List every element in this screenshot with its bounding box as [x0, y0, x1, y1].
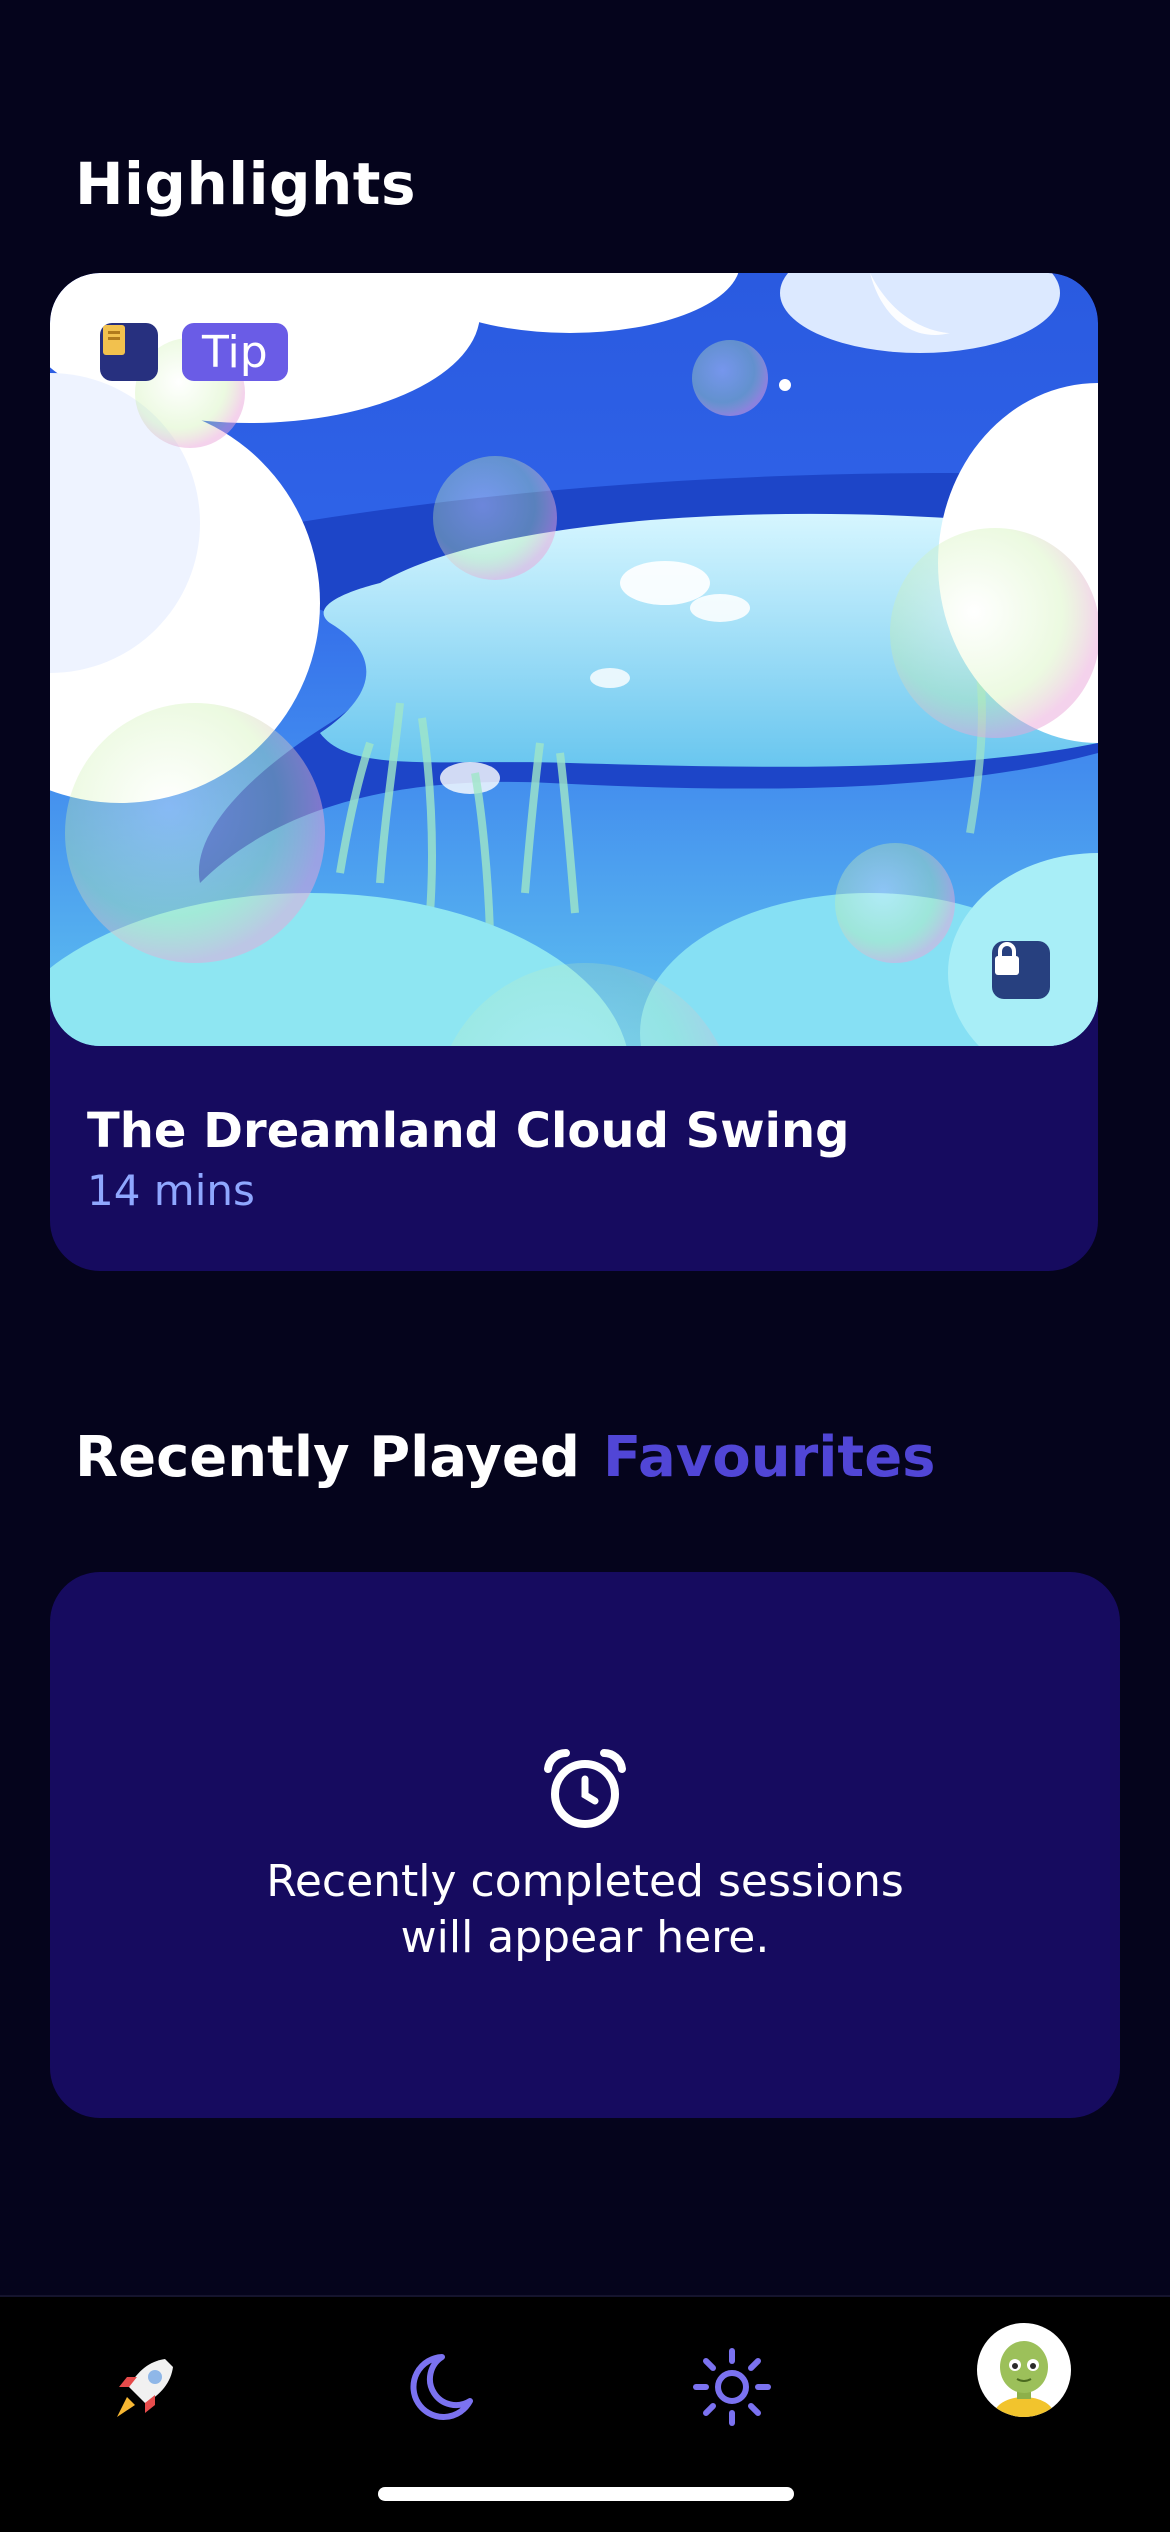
sun-icon — [693, 2348, 771, 2426]
highlight-card[interactable]: Tip The Dreamland Cloud Swing 14 mins — [50, 273, 1098, 1271]
alarm-clock-icon — [544, 1748, 626, 1828]
card-title: The Dreamland Cloud Swing — [87, 1103, 850, 1159]
card-duration: 14 mins — [87, 1166, 255, 1215]
dreamland-illustration — [50, 273, 1098, 1046]
home-indicator[interactable] — [378, 2487, 794, 2501]
empty-state-line-1: Recently completed sessions — [266, 1856, 904, 1907]
avatar[interactable] — [977, 2323, 1071, 2417]
screen: Highlights Tip The Dreamland Cloud Swing… — [0, 0, 1170, 2532]
nav-rocket-button[interactable] — [85, 2327, 205, 2447]
empty-state-line-2: will appear here. — [400, 1912, 770, 1963]
rocket-icon — [117, 2359, 173, 2417]
nav-daytime-button[interactable] — [672, 2327, 792, 2447]
tab-favourites[interactable]: Favourites — [603, 1425, 936, 1490]
tab-recently-played[interactable]: Recently Played — [75, 1425, 580, 1490]
card-badges: Tip — [100, 323, 288, 381]
lock-icon — [992, 941, 1050, 999]
highlights-heading: Highlights — [75, 150, 417, 218]
card-artwork: Tip — [50, 273, 1098, 1046]
nav-sleep-button[interactable] — [380, 2327, 500, 2447]
empty-state-message: Recently completed sessions will appear … — [50, 1854, 1120, 1966]
moon-icon — [410, 2354, 473, 2420]
book-icon — [100, 323, 158, 381]
avatar-alien-icon — [994, 2341, 1054, 2417]
tip-badge: Tip — [182, 323, 288, 381]
empty-state-panel: Recently completed sessions will appear … — [50, 1572, 1120, 2118]
